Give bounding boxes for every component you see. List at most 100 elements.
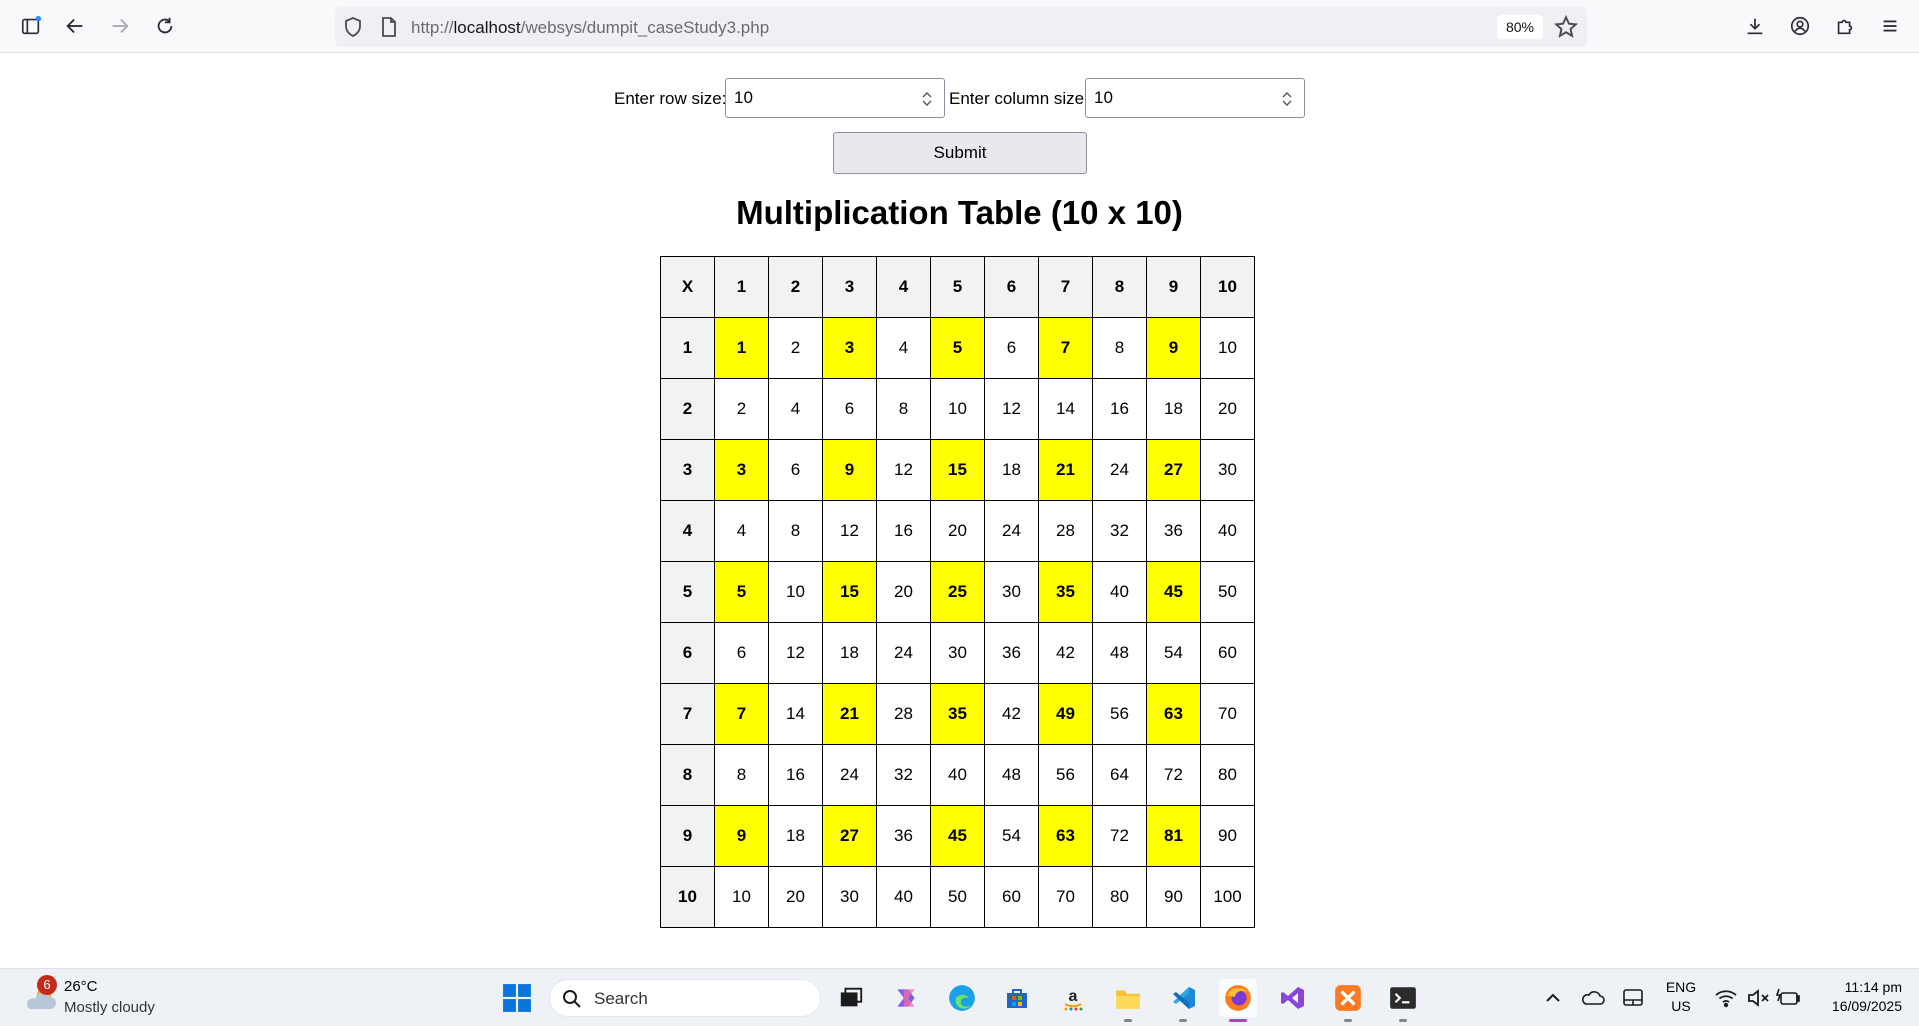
- row-header: 5: [660, 561, 715, 623]
- row-header: 6: [660, 622, 715, 684]
- product-cell: 72: [1146, 744, 1201, 806]
- highlighted-product-cell: 15: [822, 561, 877, 623]
- stepper-icon[interactable]: [1280, 89, 1294, 109]
- extensions-puzzle-icon[interactable]: [1831, 12, 1859, 40]
- vscode-icon[interactable]: [1164, 979, 1202, 1022]
- download-icon[interactable]: [1741, 12, 1769, 40]
- product-cell: 6: [822, 378, 877, 440]
- product-cell: 80: [1092, 866, 1147, 928]
- product-cell: 60: [984, 866, 1039, 928]
- weather-temperature[interactable]: 26°C: [64, 978, 98, 995]
- task-view-icon[interactable]: [832, 979, 870, 1017]
- table-row: 1 1 2 3 4 5 6 7 8 9 10: [660, 317, 1255, 379]
- row-header: 3: [660, 439, 715, 501]
- column-size-label: Enter column size:: [949, 89, 1089, 108]
- menu-hamburger-icon[interactable]: [1876, 12, 1904, 40]
- wifi-icon[interactable]: [1713, 985, 1739, 1011]
- product-cell: 24: [822, 744, 877, 806]
- show-hidden-icons-chevron-icon[interactable]: [1540, 985, 1566, 1011]
- account-icon[interactable]: [1786, 12, 1814, 40]
- reload-icon[interactable]: [151, 12, 179, 40]
- stepper-icon[interactable]: [920, 89, 934, 109]
- visual-studio-icon[interactable]: [1274, 979, 1312, 1017]
- product-cell: 32: [876, 744, 931, 806]
- copilot-icon[interactable]: [887, 979, 925, 1017]
- product-cell: 56: [1092, 683, 1147, 745]
- file-explorer-icon[interactable]: [1109, 979, 1147, 1022]
- corner-cell: X: [660, 256, 715, 318]
- column-size-value[interactable]: [1094, 87, 1264, 109]
- product-cell: 30: [984, 561, 1039, 623]
- zoom-level-badge[interactable]: 80%: [1497, 15, 1543, 39]
- onedrive-cloud-icon[interactable]: [1580, 985, 1606, 1011]
- edge-browser-icon[interactable]: [943, 979, 981, 1017]
- column-size-input[interactable]: [1085, 78, 1305, 118]
- table-row: 3 3 6 9 12 15 18 21 24 27 30: [660, 439, 1255, 501]
- product-cell: 4: [876, 317, 931, 379]
- product-cell: 60: [1200, 622, 1255, 684]
- battery-charging-icon[interactable]: [1775, 985, 1801, 1011]
- product-cell: 18: [984, 439, 1039, 501]
- product-cell: 18: [1146, 378, 1201, 440]
- submit-button[interactable]: Submit: [833, 132, 1087, 174]
- highlighted-product-cell: 25: [930, 561, 985, 623]
- page-info-icon[interactable]: [377, 15, 401, 39]
- product-cell: 30: [1200, 439, 1255, 501]
- highlighted-product-cell: 63: [1038, 805, 1093, 867]
- row-size-value[interactable]: [734, 87, 904, 109]
- product-cell: 24: [1092, 439, 1147, 501]
- highlighted-product-cell: 27: [822, 805, 877, 867]
- taskbar-search[interactable]: Search: [549, 979, 821, 1017]
- row-size-input[interactable]: [725, 78, 945, 118]
- highlighted-product-cell: 9: [1146, 317, 1201, 379]
- amazon-icon[interactable]: a: [1054, 979, 1092, 1017]
- highlighted-product-cell: 5: [930, 317, 985, 379]
- taskbar: 6 26°C Mostly cloudy Search a ENG US 11:…: [0, 968, 1919, 1026]
- svg-text:a: a: [1069, 988, 1078, 1005]
- sidebar-toggle-icon[interactable]: [17, 12, 45, 40]
- highlighted-product-cell: 5: [714, 561, 769, 623]
- column-header: 5: [930, 256, 985, 318]
- microsoft-store-icon[interactable]: [998, 979, 1036, 1017]
- column-header: 10: [1200, 256, 1255, 318]
- shield-icon[interactable]: [341, 15, 365, 39]
- table-row: 6 6 12 18 24 30 36 42 48 54 60: [660, 622, 1255, 684]
- firefox-icon[interactable]: [1219, 979, 1257, 1022]
- product-cell: 20: [768, 866, 823, 928]
- windows-start-icon[interactable]: [498, 979, 536, 1017]
- highlighted-product-cell: 9: [714, 805, 769, 867]
- product-cell: 36: [876, 805, 931, 867]
- running-indicator: [1124, 1019, 1132, 1022]
- highlighted-product-cell: 3: [822, 317, 877, 379]
- terminal-icon[interactable]: [1384, 979, 1422, 1022]
- product-cell: 2: [768, 317, 823, 379]
- highlighted-product-cell: 21: [1038, 439, 1093, 501]
- input-language[interactable]: ENG US: [1664, 978, 1698, 1016]
- product-cell: 8: [1092, 317, 1147, 379]
- size-form: Enter row size: Enter column size:: [0, 78, 1919, 118]
- highlighted-product-cell: 45: [1146, 561, 1201, 623]
- system-clock[interactable]: 11:14 pm 16/09/2025: [1808, 978, 1902, 1016]
- product-cell: 10: [714, 866, 769, 928]
- address-bar[interactable]: http://localhost/websys/dumpit_caseStudy…: [335, 7, 1587, 47]
- xampp-icon[interactable]: [1329, 979, 1367, 1022]
- product-cell: 40: [1092, 561, 1147, 623]
- product-cell: 70: [1038, 866, 1093, 928]
- url-text[interactable]: http://localhost/websys/dumpit_caseStudy…: [411, 18, 769, 38]
- forward-arrow-icon[interactable]: [106, 12, 134, 40]
- highlighted-product-cell: 45: [930, 805, 985, 867]
- product-cell: 20: [930, 500, 985, 562]
- highlighted-product-cell: 9: [822, 439, 877, 501]
- product-cell: 24: [876, 622, 931, 684]
- weather-description[interactable]: Mostly cloudy: [64, 999, 155, 1016]
- product-cell: 2: [714, 378, 769, 440]
- speaker-muted-icon[interactable]: [1745, 985, 1771, 1011]
- back-arrow-icon[interactable]: [61, 12, 89, 40]
- table-header-row: X 1 2 3 4 5 6 7 8 9 10: [660, 256, 1255, 318]
- product-cell: 12: [984, 378, 1039, 440]
- column-header: 6: [984, 256, 1039, 318]
- product-cell: 56: [1038, 744, 1093, 806]
- touchpad-icon[interactable]: [1620, 985, 1646, 1011]
- bookmark-star-icon[interactable]: [1553, 14, 1579, 40]
- product-cell: 48: [984, 744, 1039, 806]
